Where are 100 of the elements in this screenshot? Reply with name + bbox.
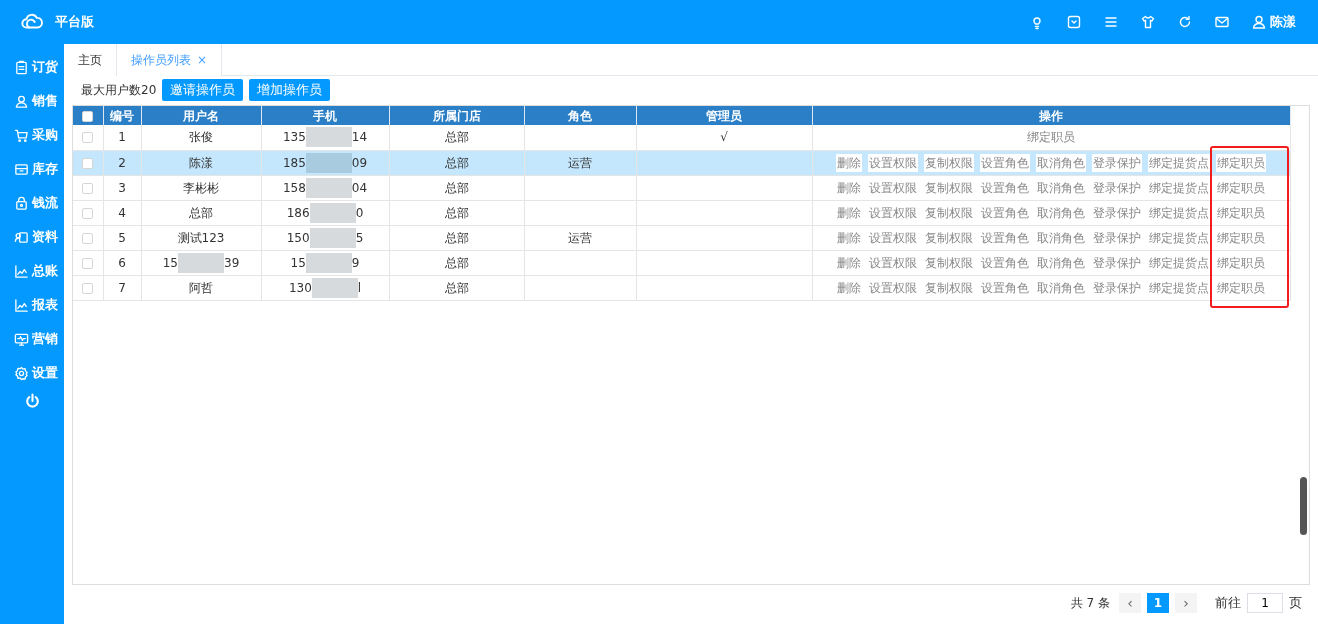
action-link[interactable]: 绑定提货点 [1148,153,1210,172]
action-link[interactable]: 删除 [836,278,862,297]
action-link[interactable]: 设置权限 [868,178,918,197]
table-row[interactable]: 7 阿哲 130 l 总部 删除 设置权限 复制权限 设置角色 取消角色 登录保护 绑定提货点 绑定职员 [73,275,1290,300]
table-row[interactable]: 2 陈漾 185 09 总部 运营 删除 设置权限 复制权限 设置角色 取消角色 登录保护 绑定提货点 绑定职员 [73,150,1290,175]
monitor-icon [14,331,29,347]
action-link[interactable]: 绑定职员 [1026,128,1076,147]
action-link[interactable]: 绑定职员 [1216,253,1266,272]
scrollbar-thumb[interactable] [1300,477,1307,535]
action-link[interactable]: 登录保护 [1092,278,1142,297]
table-row[interactable]: 6 15 39 15 9 总部 删除 设置权限 复制权限 设置角色 取消角色 登录保护 绑定提货点 绑定职员 [73,250,1290,275]
toolbar-button[interactable]: 增加操作员 [249,79,331,101]
action-link[interactable]: 绑定提货点 [1148,178,1210,197]
action-link[interactable]: 绑定职员 [1216,228,1266,247]
row-checkbox[interactable] [82,157,94,169]
action-link[interactable]: 登录保护 [1092,153,1142,172]
action-link[interactable]: 设置角色 [980,253,1030,272]
action-link[interactable]: 复制权限 [924,178,974,197]
action-link[interactable]: 复制权限 [924,153,974,172]
sidebar-item[interactable]: 库存 [32,159,58,179]
action-link[interactable]: 取消角色 [1036,153,1086,172]
action-link[interactable]: 设置角色 [980,278,1030,297]
action-link[interactable]: 复制权限 [924,278,974,297]
action-link[interactable]: 绑定提货点 [1148,253,1210,272]
action-link[interactable]: 设置权限 [868,253,918,272]
app-title: 平台版 [55,13,94,32]
row-checkbox[interactable] [82,207,94,219]
action-link[interactable]: 删除 [836,203,862,222]
action-link[interactable]: 设置权限 [868,203,918,222]
prev-page-button[interactable]: ‹ [1119,593,1141,613]
settings-icon [14,365,29,381]
action-link[interactable]: 取消角色 [1036,203,1086,222]
action-link[interactable]: 登录保护 [1092,228,1142,247]
action-link[interactable]: 绑定职员 [1216,153,1266,172]
row-checkbox[interactable] [82,132,94,144]
action-link[interactable]: 登录保护 [1092,253,1142,272]
clipboard-icon [14,59,29,75]
sidebar-item[interactable]: 总账 [32,261,58,281]
sidebar-item[interactable]: 采购 [32,125,58,145]
dropdown-box-icon[interactable] [1066,14,1082,30]
action-link[interactable]: 登录保护 [1092,203,1142,222]
action-link[interactable]: 绑定提货点 [1148,278,1210,297]
sidebar-item[interactable]: 资料 [32,227,58,247]
action-link[interactable]: 设置权限 [868,153,918,172]
table-row[interactable]: 4 总部 186 0 总部 删除 设置权限 复制权限 设置角色 取消角色 登录保护 绑定提货点 绑定职员 [73,200,1290,225]
action-link[interactable]: 取消角色 [1036,228,1086,247]
row-checkbox[interactable] [82,182,94,194]
user-name[interactable]: 陈漾 [1270,12,1296,32]
page-input[interactable]: 1 [1247,593,1283,613]
action-link[interactable]: 删除 [836,228,862,247]
select-all-checkbox[interactable] [82,110,94,122]
action-link[interactable]: 取消角色 [1036,178,1086,197]
power-icon [23,393,41,410]
sidebar-item[interactable]: 报表 [32,295,58,315]
action-link[interactable]: 删除 [836,178,862,197]
table-row[interactable]: 3 李彬彬 158 04 总部 删除 设置权限 复制权限 设置角色 取消角色 登录保护 绑定提货点 绑定职员 [73,175,1290,200]
sidebar-item[interactable]: 设置 [32,363,58,383]
table-row[interactable]: 5 测试123 150 5 总部 运营 删除 设置权限 复制权限 设置角色 取消角色 登录保护 绑定提货点 绑定职员 [73,225,1290,250]
shirt-icon[interactable] [1140,14,1156,30]
action-link[interactable]: 绑定提货点 [1148,203,1210,222]
action-link[interactable]: 设置权限 [868,278,918,297]
action-link[interactable]: 复制权限 [924,253,974,272]
sidebar-item[interactable]: 钱流 [32,193,58,213]
sidebar-item[interactable]: 订货 [32,57,58,77]
table-cell: 185 [282,155,306,169]
action-link[interactable]: 设置权限 [868,228,918,247]
action-link[interactable]: 设置角色 [980,203,1030,222]
action-link[interactable]: 设置角色 [980,228,1030,247]
action-link[interactable]: 登录保护 [1092,178,1142,197]
sidebar-item[interactable]: 营销 [32,329,58,349]
tab[interactable]: 操作员列表 × [117,44,223,76]
action-link[interactable]: 删除 [836,153,862,172]
next-page-button[interactable]: › [1175,593,1197,613]
action-link[interactable]: 复制权限 [924,228,974,247]
row-checkbox[interactable] [82,282,94,294]
table-cell: 运营 [568,155,592,170]
line-chart-icon [14,263,29,279]
table-row[interactable]: 1 张俊 135 14 总部 √ 绑定职员 [73,125,1290,150]
toolbar-button[interactable]: 邀请操作员 [162,79,244,101]
table-cell: 150 [286,230,310,244]
action-link[interactable]: 绑定职员 [1216,278,1266,297]
close-icon[interactable]: × [197,53,208,67]
action-link[interactable]: 取消角色 [1036,253,1086,272]
action-link[interactable]: 绑定职员 [1216,203,1266,222]
action-link[interactable]: 取消角色 [1036,278,1086,297]
row-checkbox[interactable] [82,257,94,269]
action-link[interactable]: 绑定提货点 [1148,228,1210,247]
mail-icon[interactable] [1214,14,1230,30]
action-link[interactable]: 设置角色 [980,153,1030,172]
menu-icon[interactable] [1103,14,1119,30]
user-icon [14,93,29,109]
sidebar-item[interactable]: 销售 [32,91,58,111]
action-link[interactable]: 绑定职员 [1216,178,1266,197]
action-link[interactable]: 设置角色 [980,178,1030,197]
row-checkbox[interactable] [82,232,94,244]
refresh-icon[interactable] [1177,14,1193,30]
action-link[interactable]: 复制权限 [924,203,974,222]
action-link[interactable]: 删除 [836,253,862,272]
tab[interactable]: 主页 [64,44,117,76]
page-button[interactable]: 1 [1147,593,1169,613]
